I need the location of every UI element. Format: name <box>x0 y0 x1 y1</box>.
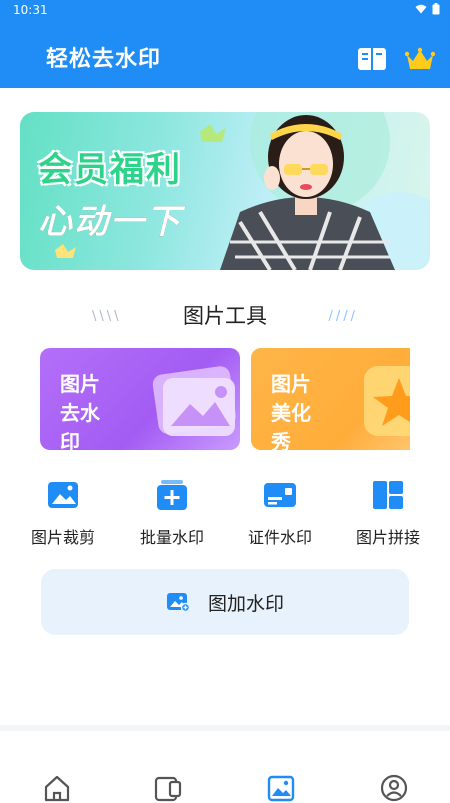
battery-icon <box>432 3 440 15</box>
section-title: 图片工具 <box>183 304 267 328</box>
status-icons <box>415 3 440 15</box>
promo-banner[interactable]: 会员福利 心动一下 <box>20 112 430 270</box>
image-add-icon <box>166 593 190 613</box>
tool-image-stitch[interactable]: 图片拼接 <box>333 478 443 548</box>
wifi-icon <box>415 4 427 14</box>
tool-label: 证件水印 <box>247 528 312 547</box>
card-label: 图片去水印 <box>60 372 100 450</box>
tool-label: 批量水印 <box>139 528 204 547</box>
tablet-icon[interactable] <box>153 773 183 803</box>
tool-image-crop[interactable]: 图片裁剪 <box>8 478 118 548</box>
add-watermark-label: 图加水印 <box>207 592 284 615</box>
section-decoration-right: //// <box>328 309 358 324</box>
banner-line2: 心动一下 <box>38 202 182 242</box>
book-icon[interactable] <box>357 46 387 72</box>
tools-row: 图片裁剪 批量水印 证件水印 图片拼接 <box>0 478 450 548</box>
picture-icon <box>152 366 236 436</box>
card-label: 图片美化秀 <box>271 372 311 450</box>
tool-label: 图片裁剪 <box>30 528 95 547</box>
batch-watermark-icon <box>157 480 187 510</box>
star-icon <box>364 366 410 436</box>
image-crop-icon <box>48 482 78 508</box>
crown-icon[interactable] <box>405 47 435 71</box>
tool-id-watermark[interactable]: 证件水印 <box>225 478 335 548</box>
app-title: 轻松去水印 <box>46 47 162 72</box>
banner-model-image <box>220 115 395 270</box>
app-header: 10:31 轻松去水印 <box>0 0 450 88</box>
home-icon[interactable] <box>42 773 72 803</box>
add-watermark-button[interactable]: 图加水印 <box>41 569 409 635</box>
tool-label: 图片拼接 <box>355 528 420 547</box>
user-icon[interactable] <box>379 773 409 803</box>
image-icon[interactable] <box>266 773 296 803</box>
status-time: 10:31 <box>13 3 48 17</box>
tool-batch-watermark[interactable]: 批量水印 <box>117 478 227 548</box>
card-remove-watermark[interactable]: 图片去水印 <box>40 348 240 450</box>
bottom-nav <box>0 731 450 803</box>
grid-layout-icon <box>373 481 403 509</box>
id-card-icon <box>264 483 296 507</box>
card-beautify[interactable]: 图片美化秀 <box>251 348 410 450</box>
tool-cards: 图片去水印 图片美化秀 <box>40 348 410 450</box>
banner-line1: 会员福利 <box>38 150 182 190</box>
